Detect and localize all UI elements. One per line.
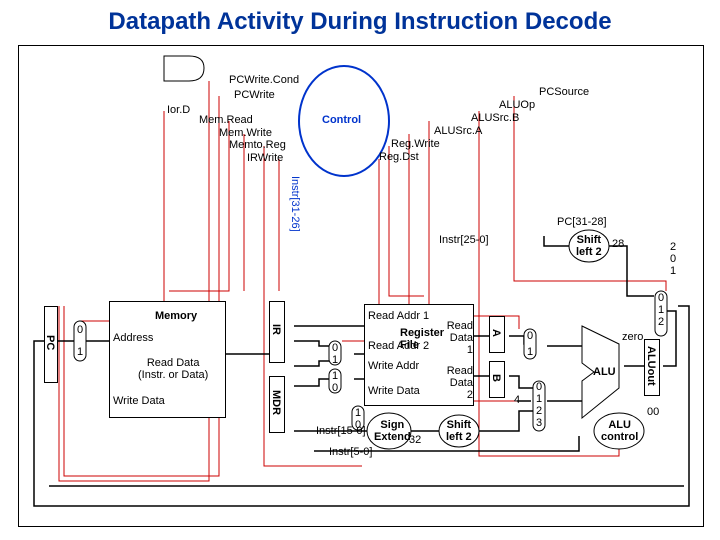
instr5-0-label: Instr[5-0] bbox=[329, 446, 372, 458]
alu-label: ALU bbox=[593, 366, 616, 378]
memwrite-label: Mem.Write bbox=[219, 127, 272, 139]
aluop-label: ALUOp bbox=[499, 99, 535, 111]
memread-label: Mem.Read bbox=[199, 114, 253, 126]
aluout-block: ALUout bbox=[644, 339, 660, 396]
mux-wdst-0: 0 bbox=[332, 382, 338, 394]
aluctrl-label: ALU control bbox=[601, 419, 638, 443]
address-label: Address bbox=[113, 332, 153, 344]
b-reg: B bbox=[489, 361, 505, 398]
datapath-diagram: Control PCWrite.Cond PCWrite Ior.D Mem.R… bbox=[18, 45, 704, 527]
writeaddr-label: Write Addr bbox=[368, 360, 419, 372]
mux-wdst-1: 1 bbox=[332, 370, 338, 382]
mux-pcsrc-1a: 1 bbox=[670, 265, 676, 277]
readaddr2-label: Read Addr 2 bbox=[368, 340, 429, 352]
readaddr1-label: Read Addr 1 bbox=[368, 310, 429, 322]
mux-srca-1: 1 bbox=[527, 346, 533, 358]
pcwrite-label: PCWrite bbox=[234, 89, 275, 101]
mux-pcsrc-1: 1 bbox=[658, 304, 664, 316]
ir-block: IR bbox=[269, 301, 285, 363]
instr31-26-label: Instr[31-26] bbox=[289, 176, 301, 232]
alusrca-label: ALUSrc.A bbox=[434, 125, 482, 137]
readdata2-label: Read Data 2 bbox=[443, 365, 473, 401]
mux-srcb-1: 1 bbox=[536, 393, 542, 405]
mux-pcsrc-2a: 2 bbox=[670, 241, 676, 253]
regfile-block: Read Addr 1 Register File Read Addr 2 Wr… bbox=[364, 304, 474, 406]
regdst-label: Reg.Dst bbox=[379, 151, 419, 163]
mux-iord-1: 1 bbox=[77, 346, 83, 358]
instr25-0-label: Instr[25-0] bbox=[439, 234, 489, 246]
mux-srcb-2: 2 bbox=[536, 405, 542, 417]
mux-mtr-1: 1 bbox=[355, 407, 361, 419]
readdata1-label: Read Data 1 bbox=[443, 320, 473, 356]
mux-pcsrc-0: 0 bbox=[658, 292, 664, 304]
iord-label: Ior.D bbox=[167, 104, 190, 116]
zero-label: zero bbox=[622, 331, 643, 343]
signext-label: Sign Extend bbox=[374, 419, 411, 443]
pcsource-label: PCSource bbox=[539, 86, 589, 98]
mux-pcsrc-2: 2 bbox=[658, 316, 664, 328]
writedata-rf-label: Write Data bbox=[368, 385, 420, 397]
shiftleft2a-label: Shift left 2 bbox=[576, 234, 602, 258]
control-block: Control bbox=[322, 114, 361, 126]
pc-block: PC bbox=[44, 306, 58, 383]
mux-srcb-0: 0 bbox=[536, 381, 542, 393]
mux-iord-0: 0 bbox=[77, 324, 83, 336]
page-title: Datapath Activity During Instruction Dec… bbox=[0, 0, 720, 36]
mux-rdst-0: 0 bbox=[332, 342, 338, 354]
mux-rdst-1: 1 bbox=[332, 354, 338, 366]
const-28: 28 bbox=[612, 238, 624, 250]
readdata-label: Read Data (Instr. or Data) bbox=[138, 357, 208, 381]
alusrcb-label: ALUSrc.B bbox=[471, 112, 519, 124]
mux-pcsrc-0a: 0 bbox=[670, 253, 676, 265]
writedata-mem-label: Write Data bbox=[113, 395, 165, 407]
shiftleft2b-label: Shift left 2 bbox=[446, 419, 472, 443]
a-reg: A bbox=[489, 316, 505, 353]
memtoreg-label: Memto.Reg bbox=[229, 139, 286, 151]
mux-mtr-0: 0 bbox=[355, 419, 361, 431]
mdr-block: MDR bbox=[269, 376, 285, 433]
pcwritecond-label: PCWrite.Cond bbox=[229, 74, 299, 86]
mux-srcb-3: 3 bbox=[536, 417, 542, 429]
const-00: 00 bbox=[647, 406, 659, 418]
memory-block: Memory Address Read Data (Instr. or Data… bbox=[109, 301, 226, 418]
pc31-28-label: PC[31-28] bbox=[557, 216, 607, 228]
regwrite-label: Reg.Write bbox=[391, 138, 440, 150]
const-32: 32 bbox=[409, 434, 421, 446]
mux-srca-0: 0 bbox=[527, 330, 533, 342]
irwrite-label: IRWrite bbox=[247, 152, 283, 164]
const-4: 4 bbox=[514, 394, 520, 406]
